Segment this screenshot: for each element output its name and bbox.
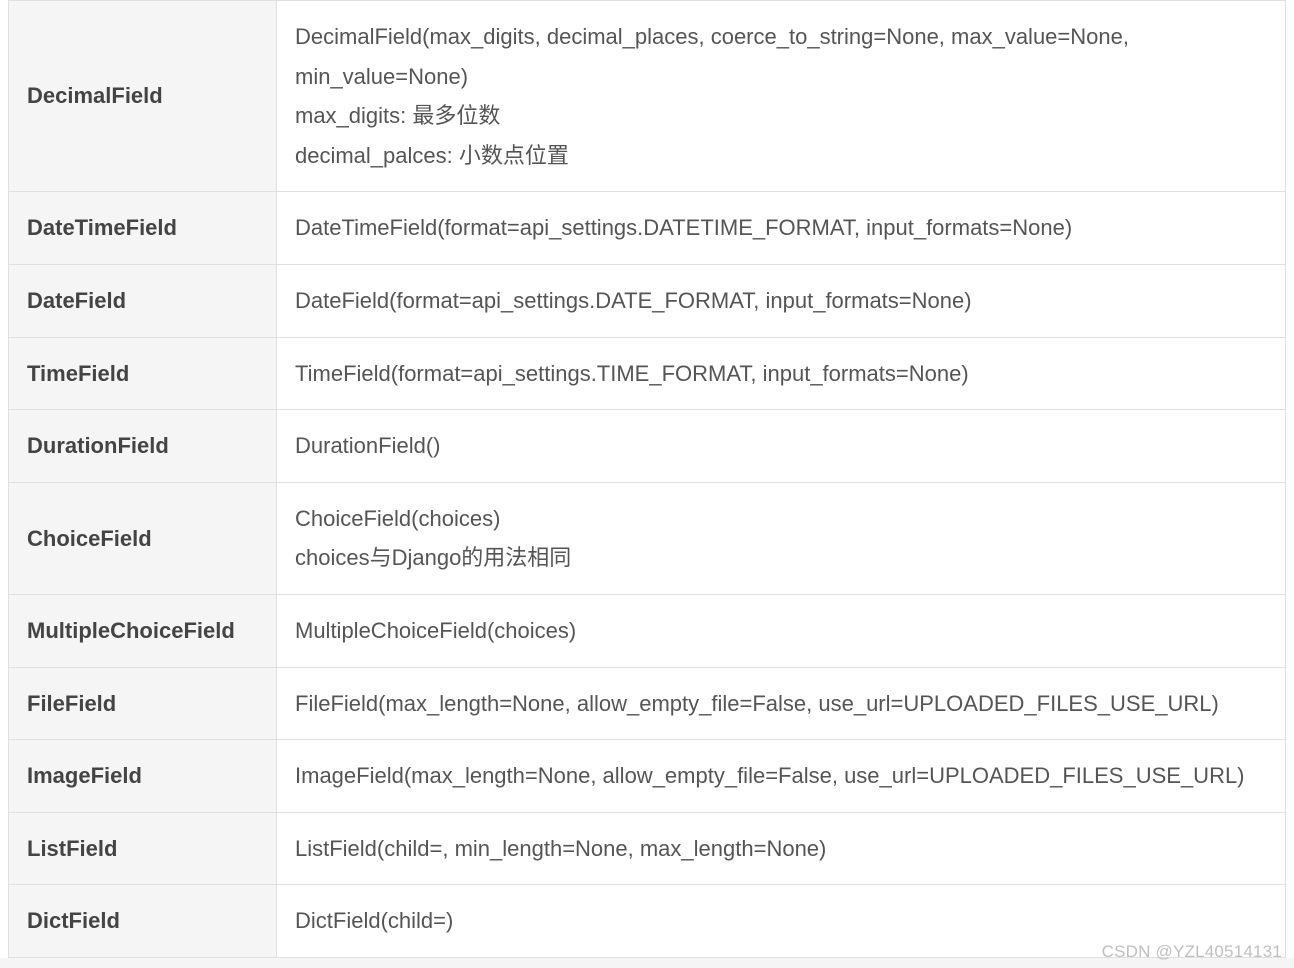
fields-tbody: DecimalField DecimalField(max_digits, de…	[9, 1, 1286, 958]
field-name-cell: DateTimeField	[9, 192, 277, 265]
field-name-cell: MultipleChoiceField	[9, 594, 277, 667]
table-row: MultipleChoiceField MultipleChoiceField(…	[9, 594, 1286, 667]
field-name-cell: ChoiceField	[9, 482, 277, 594]
page-container: DecimalField DecimalField(max_digits, de…	[0, 0, 1294, 958]
field-name-cell: DurationField	[9, 410, 277, 483]
field-name-cell: ImageField	[9, 740, 277, 813]
field-desc-cell: ImageField(max_length=None, allow_empty_…	[277, 740, 1286, 813]
field-desc-cell: MultipleChoiceField(choices)	[277, 594, 1286, 667]
field-name-cell: DateField	[9, 264, 277, 337]
table-row: ChoiceField ChoiceField(choices) choices…	[9, 482, 1286, 594]
field-desc-cell: FileField(max_length=None, allow_empty_f…	[277, 667, 1286, 740]
field-desc-cell: DurationField()	[277, 410, 1286, 483]
table-row: DateTimeField DateTimeField(format=api_s…	[9, 192, 1286, 265]
table-row: DictField DictField(child=)	[9, 885, 1286, 958]
table-row: DateField DateField(format=api_settings.…	[9, 264, 1286, 337]
field-name-cell: ListField	[9, 812, 277, 885]
field-desc-cell: DateField(format=api_settings.DATE_FORMA…	[277, 264, 1286, 337]
fields-table: DecimalField DecimalField(max_digits, de…	[8, 0, 1286, 958]
field-desc-cell: ChoiceField(choices) choices与Django的用法相同	[277, 482, 1286, 594]
table-row: TimeField TimeField(format=api_settings.…	[9, 337, 1286, 410]
table-row: FileField FileField(max_length=None, all…	[9, 667, 1286, 740]
watermark-text: CSDN @YZL40514131	[1102, 942, 1282, 962]
field-desc-cell: TimeField(format=api_settings.TIME_FORMA…	[277, 337, 1286, 410]
table-row: ImageField ImageField(max_length=None, a…	[9, 740, 1286, 813]
field-desc-cell: DecimalField(max_digits, decimal_places,…	[277, 1, 1286, 192]
field-desc-cell: ListField(child=, min_length=None, max_l…	[277, 812, 1286, 885]
table-row: DurationField DurationField()	[9, 410, 1286, 483]
field-desc-cell: DateTimeField(format=api_settings.DATETI…	[277, 192, 1286, 265]
table-row: ListField ListField(child=, min_length=N…	[9, 812, 1286, 885]
field-name-cell: DecimalField	[9, 1, 277, 192]
field-name-cell: FileField	[9, 667, 277, 740]
field-name-cell: TimeField	[9, 337, 277, 410]
table-row: DecimalField DecimalField(max_digits, de…	[9, 1, 1286, 192]
field-name-cell: DictField	[9, 885, 277, 958]
